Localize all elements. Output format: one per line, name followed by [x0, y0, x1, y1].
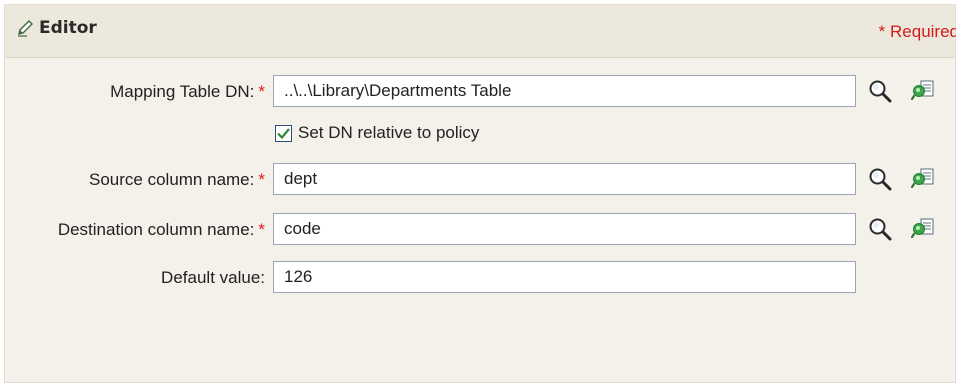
destination-column-input[interactable]	[273, 213, 856, 245]
magnifier-icon[interactable]	[867, 78, 893, 104]
editor-header: Editor * Required	[5, 5, 956, 58]
source-column-label: Source column name: *	[89, 170, 265, 190]
checkmark-icon	[277, 127, 290, 139]
magnifier-icon[interactable]	[867, 166, 893, 192]
mapping-table-label: Mapping Table DN: *	[110, 82, 265, 102]
default-value-label: Default value:	[161, 268, 265, 287]
required-star: *	[258, 170, 265, 189]
required-star: *	[258, 82, 265, 101]
magnifier-icon[interactable]	[867, 216, 893, 242]
required-star: *	[258, 220, 265, 239]
editor-panel: Editor * Required Mapping Table DN: * ..…	[4, 4, 956, 383]
mapping-table-input[interactable]	[273, 75, 856, 107]
mapping-table-label-text: Mapping Table DN:	[110, 82, 255, 101]
mapping-table-row: Mapping Table DN: *	[5, 75, 955, 109]
data-browser-icon[interactable]	[910, 216, 936, 242]
required-note: * Required	[878, 22, 956, 41]
destination-column-row: Destination column name: *	[5, 213, 955, 247]
source-column-input[interactable]	[273, 163, 856, 195]
relative-checkbox-row: Set DN relative to policy	[275, 123, 479, 143]
source-column-row: Source column name: *	[5, 163, 955, 197]
destination-column-label: Destination column name: *	[58, 220, 265, 240]
default-value-row: Default value:	[5, 261, 955, 295]
destination-column-label-text: Destination column name:	[57, 220, 255, 239]
pencil-icon	[18, 20, 33, 37]
editor-title-wrap: Editor	[15, 18, 97, 38]
relative-checkbox[interactable]	[275, 124, 292, 142]
default-value-input[interactable]	[273, 261, 856, 293]
data-browser-icon[interactable]	[910, 166, 936, 192]
data-browser-icon[interactable]	[910, 78, 936, 104]
relative-checkbox-label[interactable]: Set DN relative to policy	[298, 123, 479, 143]
editor-title: Editor	[39, 18, 97, 38]
source-column-label-text: Source column name:	[89, 170, 255, 189]
